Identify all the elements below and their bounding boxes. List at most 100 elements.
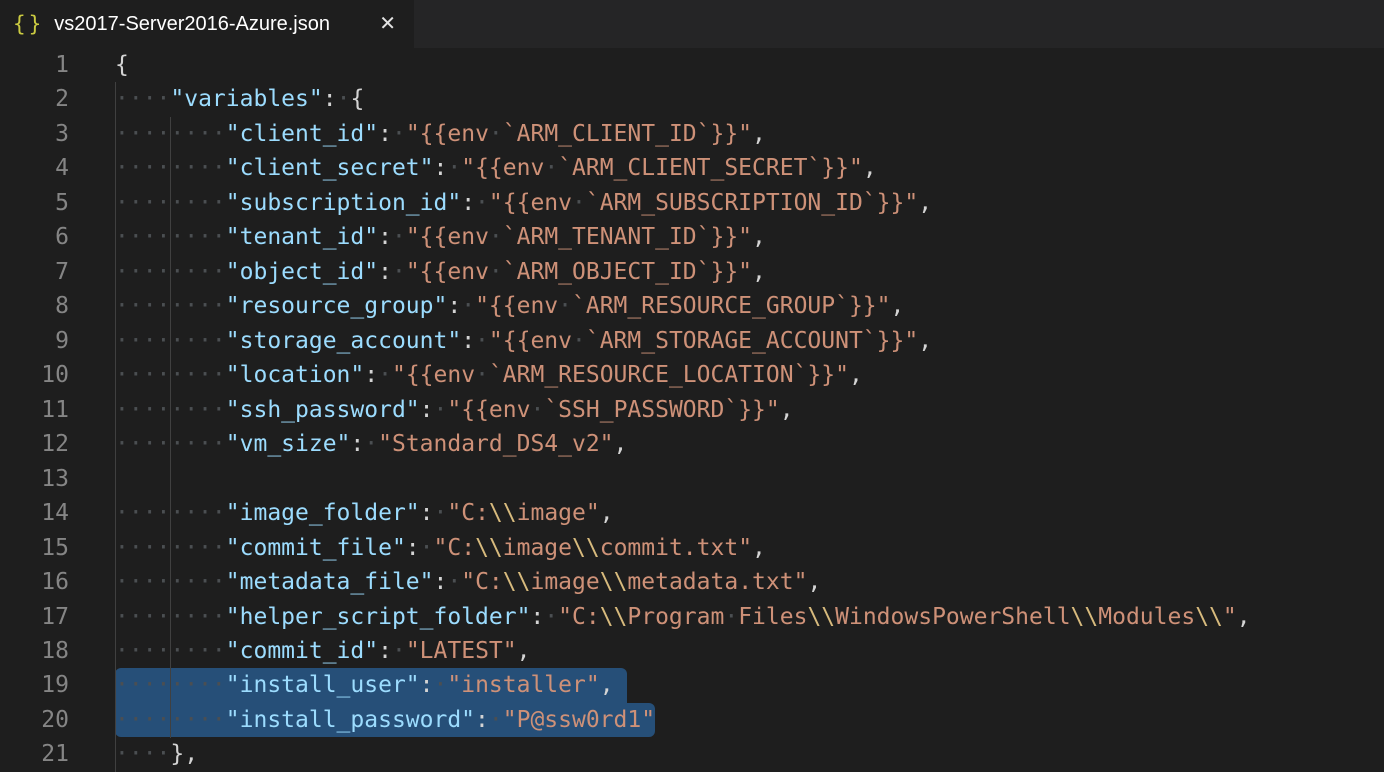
code-token: \\ [503, 569, 531, 595]
code-line[interactable]: 21····}, [0, 737, 1384, 771]
code-text: { [115, 48, 1384, 82]
code-line[interactable]: 13 [0, 462, 1384, 496]
line-number[interactable]: 10 [0, 358, 115, 392]
line-number[interactable]: 19 [0, 668, 115, 702]
code-token: `ARM_CLIENT_SECRET`}}" [558, 155, 863, 181]
code-line[interactable]: 19········"install_user":·"installer", [0, 668, 1384, 702]
code-token: "{{env [406, 224, 489, 250]
whitespace-dots: · [392, 224, 406, 250]
code-token: "{{env [392, 362, 475, 388]
line-number[interactable]: 9 [0, 324, 115, 358]
line-number[interactable]: 17 [0, 600, 115, 634]
line-number[interactable]: 4 [0, 151, 115, 185]
line-number[interactable]: 21 [0, 737, 115, 771]
line-number[interactable]: 12 [0, 427, 115, 461]
code-text: ········"storage_account":·"{{env·`ARM_S… [115, 324, 1384, 358]
code-token: "install_user" [226, 672, 420, 698]
line-number[interactable]: 11 [0, 393, 115, 427]
code-token: "location" [226, 362, 364, 388]
line-number[interactable]: 13 [0, 462, 115, 496]
code-line[interactable]: 16········"metadata_file":·"C:\\image\\m… [0, 565, 1384, 599]
code-token: "P@ssw0rd1" [503, 707, 655, 733]
code-line[interactable]: 14········"image_folder":·"C:\\image", [0, 496, 1384, 530]
line-number[interactable]: 6 [0, 220, 115, 254]
code-token: `ARM_RESOURCE_LOCATION`}}" [489, 362, 849, 388]
code-line[interactable]: 2····"variables":·{ [0, 82, 1384, 116]
code-line[interactable]: 6········"tenant_id":·"{{env·`ARM_TENANT… [0, 220, 1384, 254]
code-line[interactable]: 17········"helper_script_folder":·"C:\\P… [0, 600, 1384, 634]
code-token: , [517, 638, 531, 664]
line-number[interactable]: 7 [0, 255, 115, 289]
code-token: "C: [558, 604, 600, 630]
code-token: `ARM_TENANT_ID`}}" [503, 224, 752, 250]
code-token: \\ [489, 500, 517, 526]
line-number[interactable]: 20 [0, 703, 115, 737]
code-token: Files [738, 604, 807, 630]
tab-active-file[interactable]: {} vs2017-Server2016-Azure.json ✕ [0, 0, 414, 48]
code-token: "storage_account" [226, 328, 461, 354]
code-token: "C: [434, 535, 476, 561]
code-line[interactable]: 11········"ssh_password":·"{{env·`SSH_PA… [0, 393, 1384, 427]
whitespace-dots: ········ [115, 672, 226, 698]
code-line[interactable]: 20········"install_password":·"P@ssw0rd1… [0, 703, 1384, 737]
code-line[interactable]: 12········"vm_size":·"Standard_DS4_v2", [0, 427, 1384, 461]
code-token: : [378, 259, 392, 285]
code-token: "tenant_id" [226, 224, 378, 250]
code-token: : [378, 224, 392, 250]
code-text: ········"tenant_id":·"{{env·`ARM_TENANT_… [115, 220, 1384, 254]
code-text: ········"install_user":·"installer", [115, 668, 1384, 702]
code-editor[interactable]: 1{2····"variables":·{3········"client_id… [0, 48, 1384, 772]
line-number[interactable]: 16 [0, 565, 115, 599]
whitespace-dots: · [475, 328, 489, 354]
line-number[interactable]: 5 [0, 186, 115, 220]
code-line[interactable]: 5········"subscription_id":·"{{env·`ARM_… [0, 186, 1384, 220]
code-line[interactable]: 9········"storage_account":·"{{env·`ARM_… [0, 324, 1384, 358]
code-token: "{{env [406, 121, 489, 147]
code-token: `ARM_OBJECT_ID`}}" [503, 259, 752, 285]
code-line[interactable]: 18········"commit_id":·"LATEST", [0, 634, 1384, 668]
code-text: ········"vm_size":·"Standard_DS4_v2", [115, 427, 1384, 461]
line-number[interactable]: 14 [0, 496, 115, 530]
line-number[interactable]: 15 [0, 531, 115, 565]
code-token: Program [627, 604, 724, 630]
whitespace-dots: · [420, 535, 434, 561]
whitespace-dots: · [475, 190, 489, 216]
code-line[interactable]: 4········"client_secret":·"{{env·`ARM_CL… [0, 151, 1384, 185]
line-number[interactable]: 1 [0, 48, 115, 82]
code-token: "C: [447, 500, 489, 526]
whitespace-dots: ········ [115, 190, 226, 216]
whitespace-dots: ········ [115, 638, 226, 664]
code-token: : [530, 604, 544, 630]
code-line[interactable]: 10········"location":·"{{env·`ARM_RESOUR… [0, 358, 1384, 392]
code-line[interactable]: 1{ [0, 48, 1384, 82]
code-token: , [780, 397, 794, 423]
code-text: ········"resource_group":·"{{env·`ARM_RE… [115, 289, 1384, 323]
code-lines: 1{2····"variables":·{3········"client_id… [0, 48, 1384, 772]
code-token: "vm_size" [226, 431, 351, 457]
code-token: : [323, 86, 337, 112]
code-line[interactable]: 7········"object_id":·"{{env·`ARM_OBJECT… [0, 255, 1384, 289]
code-token: "image_folder" [226, 500, 420, 526]
code-text: ········"ssh_password":·"{{env·`SSH_PASS… [115, 393, 1384, 427]
code-token: "{{env [489, 190, 572, 216]
code-token: metadata.txt" [627, 569, 807, 595]
code-text: ········"helper_script_folder":·"C:\\Pro… [115, 600, 1384, 634]
code-token: , [752, 535, 766, 561]
code-line[interactable]: 3········"client_id":·"{{env·`ARM_CLIENT… [0, 117, 1384, 151]
code-line[interactable]: 8········"resource_group":·"{{env·`ARM_R… [0, 289, 1384, 323]
line-number[interactable]: 8 [0, 289, 115, 323]
code-line[interactable]: 15········"commit_file":·"C:\\image\\com… [0, 531, 1384, 565]
line-number[interactable]: 3 [0, 117, 115, 151]
line-number[interactable]: 2 [0, 82, 115, 116]
whitespace-dots: ········ [115, 397, 226, 423]
code-token: \\ [600, 569, 628, 595]
code-token: , [918, 328, 932, 354]
code-token: `SSH_PASSWORD`}}" [544, 397, 779, 423]
line-number[interactable]: 18 [0, 634, 115, 668]
code-token: "Standard_DS4_v2" [378, 431, 613, 457]
code-token: image [530, 569, 599, 595]
code-token: "metadata_file" [226, 569, 434, 595]
whitespace-dots: ········ [115, 155, 226, 181]
code-token: : [447, 293, 461, 319]
tab-close-icon[interactable]: ✕ [375, 12, 400, 36]
